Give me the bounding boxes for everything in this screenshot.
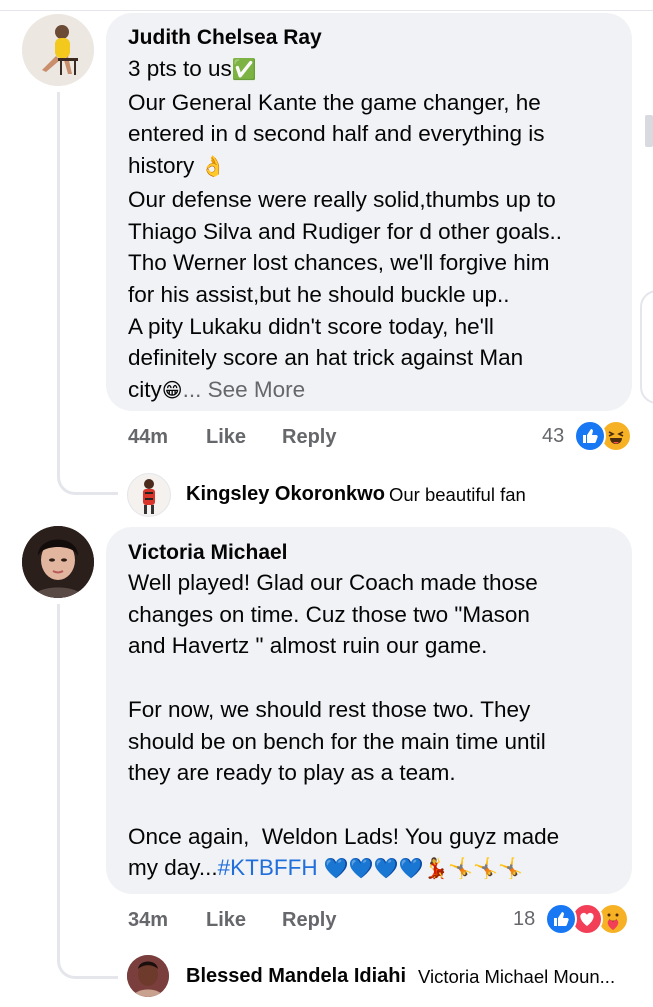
like-icon[interactable] bbox=[574, 420, 606, 452]
comment-line: Our General Kante the game changer, he bbox=[128, 89, 541, 115]
reply-button[interactable]: Reply bbox=[282, 909, 336, 932]
comment-line: For now, we should rest those two. They bbox=[128, 696, 531, 722]
comment-line: they are ready to play as a team. bbox=[128, 760, 456, 786]
comment-body: Well played! Glad our Coach made those c… bbox=[128, 567, 628, 886]
comment-line: definitely score an hat trick against Ma… bbox=[128, 345, 524, 371]
comment-time[interactable]: 34m bbox=[128, 909, 168, 932]
comment-line: history bbox=[128, 153, 195, 179]
comment-line: A pity Lukaku didn't score today, he'll bbox=[128, 313, 494, 339]
comment-author[interactable]: Victoria Michael bbox=[128, 541, 288, 565]
comment-line: Tho Werner lost chances, we'll forgive h… bbox=[128, 250, 550, 276]
comment-body: 3 pts to us✅ Our General Kante the game … bbox=[128, 53, 628, 408]
reaction-count[interactable]: 43 bbox=[542, 425, 564, 448]
comment-line: city bbox=[128, 377, 162, 403]
scrollbar-thumb[interactable] bbox=[645, 115, 653, 147]
grin-icon: 😁 bbox=[161, 380, 183, 403]
like-icon[interactable] bbox=[545, 903, 577, 935]
ok-hand-icon: 👌 bbox=[200, 156, 226, 179]
reaction-count[interactable]: 18 bbox=[513, 908, 535, 931]
comment-line: my day... bbox=[128, 855, 218, 881]
comment-author[interactable]: Judith Chelsea Ray bbox=[128, 26, 322, 50]
avatar-photo bbox=[143, 479, 155, 514]
comment-line: Our defense were really solid,thumbs up … bbox=[128, 186, 556, 212]
top-divider bbox=[0, 10, 653, 11]
reply-author[interactable]: Blessed Mandela Idiahi bbox=[186, 965, 406, 988]
comment-line: Well played! Glad our Coach made those bbox=[128, 570, 538, 595]
side-panel-edge bbox=[640, 290, 653, 404]
avatar[interactable] bbox=[22, 526, 94, 598]
reply-author[interactable]: Kingsley Okoronkwo bbox=[186, 483, 385, 506]
reply-text[interactable]: Our beautiful fan bbox=[389, 484, 526, 506]
comment-line: Thiago Silva and Rudiger for d other goa… bbox=[128, 218, 563, 244]
comment-line: Once again, Weldon Lads! You guyz made bbox=[128, 823, 560, 849]
check-mark-icon: ✅ bbox=[231, 59, 257, 81]
hashtag-link[interactable]: #KTBFFH bbox=[218, 855, 318, 880]
comment-line: and Havertz " almost ruin our game. bbox=[128, 633, 488, 659]
emoji-string: 💙💙💙💙💃🤸🤸🤸 bbox=[323, 858, 524, 881]
avatar-photo bbox=[22, 14, 94, 86]
avatar-photo bbox=[127, 955, 169, 997]
comment-line: changes on time. Cuz those two "Mason bbox=[128, 601, 530, 627]
reply-text[interactable]: Victoria Michael Moun... bbox=[418, 966, 615, 988]
comment-line: for his assist,but he should buckle up.. bbox=[128, 281, 510, 307]
comment-line: entered in d second half and everything … bbox=[128, 121, 545, 147]
avatar-photo bbox=[22, 526, 94, 598]
reply-avatar[interactable] bbox=[127, 955, 169, 997]
reply-avatar[interactable] bbox=[127, 473, 171, 517]
see-more-link[interactable]: ... See More bbox=[183, 377, 306, 402]
comment-line: should be on bench for the main time unt… bbox=[128, 728, 546, 754]
avatar[interactable] bbox=[22, 14, 94, 86]
like-button[interactable]: Like bbox=[206, 909, 246, 932]
comment-line: 3 pts to us bbox=[128, 56, 232, 81]
reply-button[interactable]: Reply bbox=[282, 426, 336, 449]
like-button[interactable]: Like bbox=[206, 426, 246, 449]
comment-time[interactable]: 44m bbox=[128, 426, 168, 449]
